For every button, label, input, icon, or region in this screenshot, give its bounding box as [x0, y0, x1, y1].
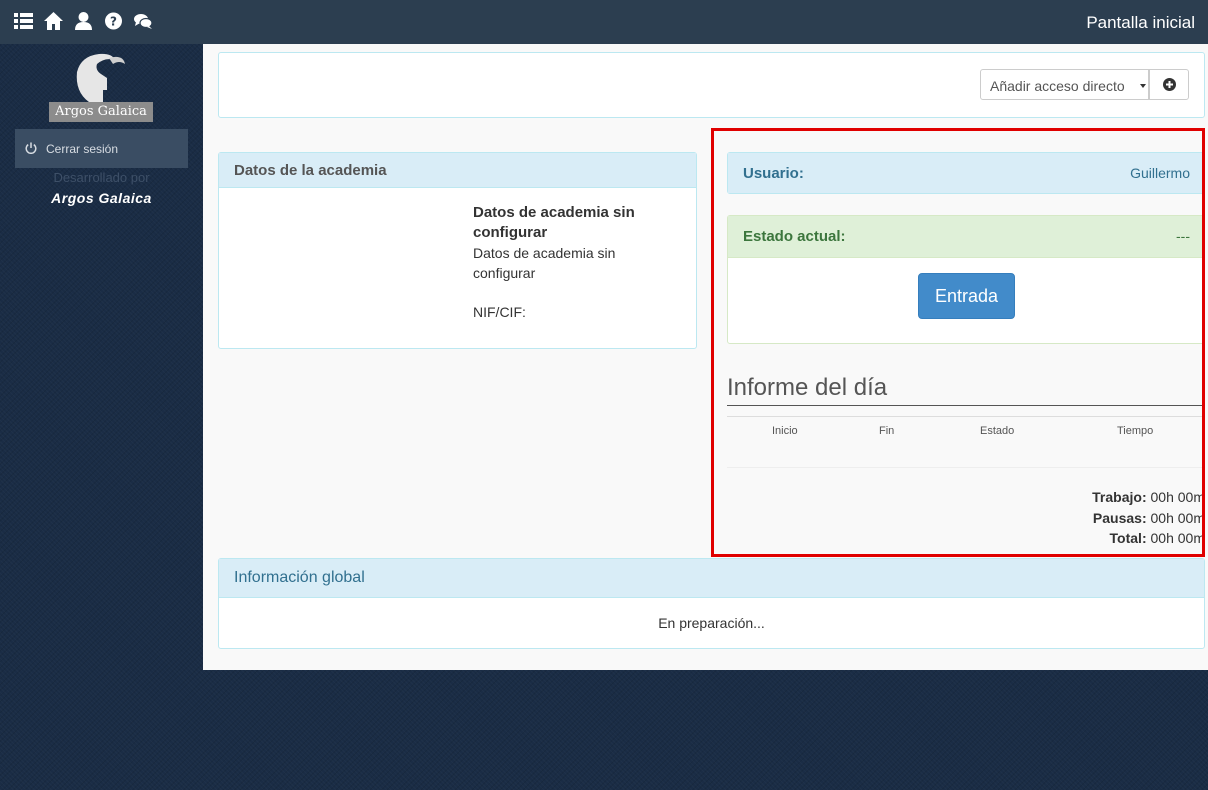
global-info-body: En preparación...: [658, 615, 765, 631]
shortcut-select[interactable]: Añadir acceso directo: [980, 69, 1149, 100]
academy-nif: NIF/CIF:: [473, 304, 526, 320]
main-content: Añadir acceso directo Datos de la academ…: [203, 44, 1208, 670]
summary-total: Total: 00h 00m: [1110, 530, 1205, 546]
page-title: Pantalla inicial: [1086, 13, 1195, 32]
top-bar: ? Pantalla inicial: [0, 0, 1208, 44]
svg-text:?: ?: [110, 15, 117, 29]
status-value: ---: [1176, 228, 1190, 244]
global-info-panel: Información global En preparación...: [218, 558, 1205, 649]
developed-by-text: Desarrollado por: [53, 170, 150, 185]
summary-pausas-value: 00h 00m: [1150, 510, 1205, 526]
logout-label: Cerrar sesión: [46, 142, 119, 156]
report-title-divider: [727, 405, 1205, 406]
developer-name: Argos Galaica: [51, 190, 152, 206]
summary-trabajo: Trabajo: 00h 00m: [1092, 489, 1205, 505]
report-table-top-border: [727, 416, 1205, 417]
status-panel: Estado actual: --- Entrada: [727, 215, 1205, 344]
user-panel: Usuario: Guillermo: [727, 152, 1205, 194]
chat-icon[interactable]: [134, 11, 153, 31]
summary-total-label: Total:: [1109, 530, 1147, 546]
column-header-estado: Estado: [980, 425, 1015, 437]
list-icon[interactable]: [14, 11, 33, 31]
top-icons: ?: [14, 11, 153, 31]
column-header-tiempo: Tiempo: [1117, 425, 1154, 437]
summary-trabajo-value: 00h 00m: [1150, 489, 1205, 505]
add-shortcut-button[interactable]: [1149, 69, 1189, 100]
academy-name: Datos de academia sin configurar: [473, 204, 635, 241]
academy-panel-heading: Datos de la academia: [219, 153, 696, 188]
shortcut-select-value: Añadir acceso directo: [990, 78, 1125, 94]
plus-circle-icon: [1163, 78, 1176, 91]
status-label: Estado actual:: [743, 228, 846, 245]
column-header-inicio: Inicio: [772, 425, 798, 437]
logo-text: Argos Galaica: [49, 102, 153, 122]
summary-total-value: 00h 00m: [1150, 530, 1205, 546]
column-header-fin: Fin: [879, 425, 895, 437]
summary-pausas-label: Pausas:: [1092, 510, 1147, 526]
academy-subtitle: Datos de academia sin configurar: [473, 245, 616, 281]
report-title: Informe del día: [727, 374, 888, 401]
help-icon[interactable]: ?: [104, 11, 123, 31]
power-icon: [25, 142, 37, 154]
report-table-bottom-border: [727, 467, 1205, 468]
shortcut-panel: Añadir acceso directo: [218, 52, 1205, 118]
summary-trabajo-label: Trabajo:: [1092, 489, 1147, 505]
academy-panel: Datos de la academia Datos de academia s…: [218, 152, 697, 349]
chevron-down-icon: [1140, 84, 1146, 88]
user-name: Guillermo: [1130, 165, 1190, 181]
global-info-heading: Información global: [219, 559, 1204, 598]
entrada-button[interactable]: Entrada: [918, 273, 1015, 319]
home-icon[interactable]: [44, 11, 63, 31]
logout-button[interactable]: Cerrar sesión: [15, 129, 188, 168]
user-label: Usuario:: [743, 165, 804, 182]
user-icon[interactable]: [74, 11, 93, 31]
summary-pausas: Pausas: 00h 00m: [1093, 510, 1205, 526]
